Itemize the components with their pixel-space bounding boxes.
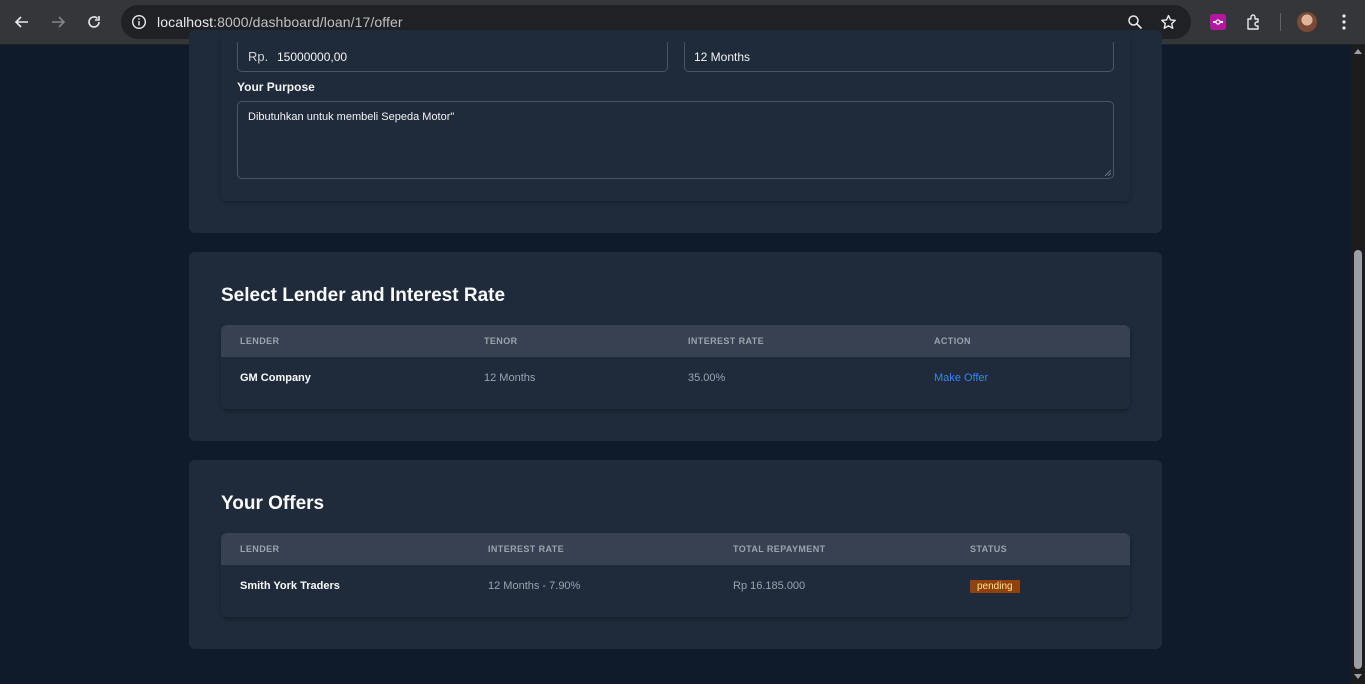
lender-interest-rate: 35.00% bbox=[688, 372, 726, 384]
column-header: TOTAL REPAYMENT bbox=[733, 544, 826, 554]
lender-name: GM Company bbox=[240, 372, 311, 384]
purpose-label: Your Purpose bbox=[237, 80, 315, 94]
your-offers-card: Your Offers LENDER INTEREST RATE TOTAL R… bbox=[189, 460, 1162, 649]
column-header: TENOR bbox=[484, 336, 518, 346]
profile-avatar[interactable] bbox=[1297, 12, 1317, 32]
column-header: INTEREST RATE bbox=[688, 336, 765, 346]
table-header: LENDER TENOR INTEREST RATE ACTION bbox=[221, 325, 1130, 357]
make-offer-link[interactable]: Make Offer bbox=[934, 372, 988, 384]
amount-field[interactable]: Rp. 15000000,00 bbox=[237, 42, 668, 72]
arrow-left-icon bbox=[14, 16, 28, 28]
column-header: ACTION bbox=[934, 336, 971, 346]
offer-lender-name: Smith York Traders bbox=[240, 580, 340, 592]
bookmark-star-icon[interactable] bbox=[1158, 12, 1178, 32]
zoom-icon[interactable] bbox=[1125, 12, 1145, 32]
table-header: LENDER INTEREST RATE TOTAL REPAYMENT STA… bbox=[221, 533, 1130, 565]
scroll-down-arrow-icon[interactable] bbox=[1354, 674, 1362, 679]
select-lender-card: Select Lender and Interest Rate LENDER T… bbox=[189, 252, 1162, 441]
offers-table: LENDER INTEREST RATE TOTAL REPAYMENT STA… bbox=[221, 533, 1130, 617]
extensions-puzzle-icon[interactable] bbox=[1243, 11, 1265, 33]
status-badge: pending bbox=[970, 580, 1020, 593]
offer-interest-rate: 12 Months - 7.90% bbox=[488, 580, 581, 592]
forward-button[interactable] bbox=[46, 10, 70, 34]
url-text: localhost:8000/dashboard/loan/17/offer bbox=[157, 14, 403, 30]
reload-icon bbox=[88, 16, 100, 28]
purpose-value: Dibutuhkan untuk membeli Sepeda Motor" bbox=[248, 111, 455, 123]
more-menu-icon[interactable] bbox=[1333, 11, 1355, 33]
column-header: STATUS bbox=[970, 544, 1008, 554]
tenor-value: 12 Months bbox=[694, 50, 751, 64]
section-title: Your Offers bbox=[221, 493, 325, 514]
toolbar-divider bbox=[1280, 13, 1281, 31]
reload-button[interactable] bbox=[82, 10, 106, 34]
column-header: LENDER bbox=[240, 336, 280, 346]
extension-icon[interactable] bbox=[1207, 11, 1229, 33]
scroll-up-arrow-icon[interactable] bbox=[1354, 49, 1362, 54]
column-header: LENDER bbox=[240, 544, 280, 554]
purpose-textarea[interactable]: Dibutuhkan untuk membeli Sepeda Motor" bbox=[237, 101, 1114, 179]
scrollbar-thumb[interactable] bbox=[1354, 250, 1362, 669]
column-header: INTEREST RATE bbox=[488, 544, 565, 554]
lender-tenor: 12 Months bbox=[484, 372, 536, 384]
resize-handle-icon[interactable] bbox=[1104, 169, 1111, 176]
url-host: localhost bbox=[157, 14, 214, 30]
amount-value: 15000000,00 bbox=[277, 50, 348, 64]
lenders-table: LENDER TENOR INTEREST RATE ACTION GM Com… bbox=[221, 325, 1130, 409]
arrow-right-icon bbox=[52, 16, 66, 28]
currency-prefix: Rp. bbox=[248, 49, 269, 64]
tenor-field[interactable]: 12 Months bbox=[684, 42, 1114, 72]
section-title: Select Lender and Interest Rate bbox=[221, 285, 506, 306]
back-button[interactable] bbox=[10, 10, 34, 34]
site-info-icon[interactable] bbox=[129, 12, 149, 32]
url-path: :8000/dashboard/loan/17/offer bbox=[213, 14, 403, 30]
offer-total-repayment: Rp 16.185.000 bbox=[733, 580, 806, 592]
